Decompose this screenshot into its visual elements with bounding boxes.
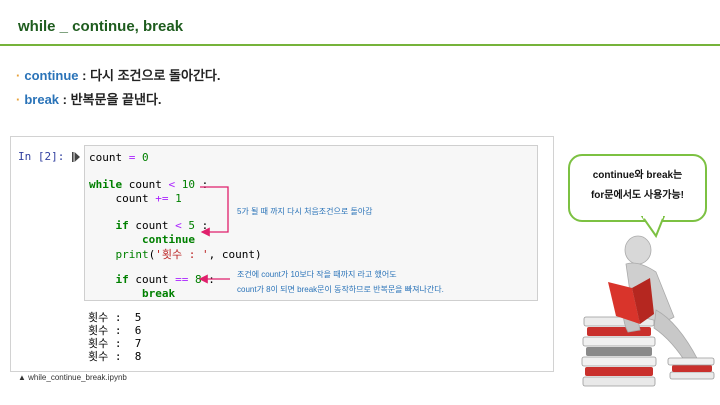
break-annotation: 조건에 count가 10보다 작을 때까지 라고 했어도 count가 8이 … — [237, 267, 444, 297]
break-annotation-line2: count가 8이 되면 break문이 동작하므로 반복문을 빠져나간다. — [237, 285, 444, 294]
callout-line1: continue와 break는 — [592, 170, 683, 181]
reading-figure-illustration — [581, 235, 715, 387]
continue-bracket-arrow — [200, 186, 229, 237]
notebook-filename: ▲ while_continue_break.ipynb — [18, 373, 127, 382]
book-stack-icon — [581, 316, 657, 387]
callout-line2: for문에서도 사용가능! — [590, 190, 685, 201]
small-books-icon — [667, 357, 715, 380]
speech-bubble-text: continue와 break는 for문에서도 사용가능! — [568, 166, 707, 206]
continue-annotation: 5가 될 때 까지 다시 처음조건으로 돌아감 — [237, 207, 373, 216]
break-annotation-line1: 조건에 count가 10보다 작을 때까지 라고 했어도 — [237, 270, 397, 279]
